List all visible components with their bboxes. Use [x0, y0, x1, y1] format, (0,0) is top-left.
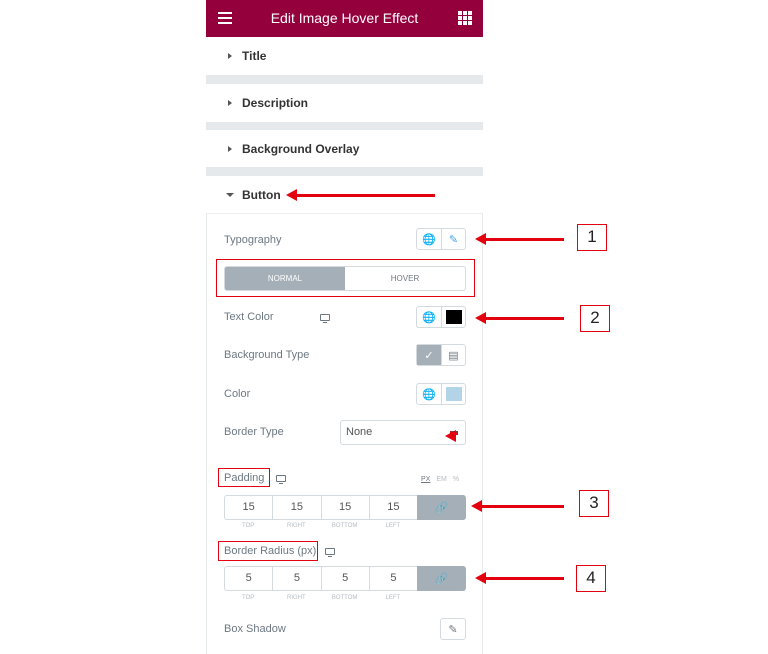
caret-right-icon	[228, 53, 232, 59]
monitor-icon[interactable]	[276, 475, 286, 484]
radius-right-input[interactable]: 5	[272, 566, 321, 591]
pencil-icon[interactable]: ✎	[441, 229, 465, 249]
radius-left-input[interactable]: 5	[368, 566, 417, 591]
grid-icon[interactable]	[459, 12, 471, 24]
border-type-label: Border Type	[224, 426, 284, 438]
dim-label-left: LEFT	[385, 523, 401, 529]
radius-top-input[interactable]: 5	[224, 566, 273, 591]
dim-label-top: TOP	[242, 595, 255, 601]
unit-percent[interactable]: %	[453, 476, 459, 483]
callout-1: 1	[577, 224, 607, 251]
color-control: 🌐	[416, 383, 466, 405]
monitor-icon[interactable]	[320, 314, 330, 323]
annotation-arrow	[471, 500, 564, 512]
text-color-label: Text Color	[224, 311, 274, 323]
dim-label-right: RIGHT	[287, 523, 306, 529]
section-divider	[206, 167, 483, 176]
background-type-label: Background Type	[224, 349, 310, 361]
link-icon[interactable]: 🔗	[417, 495, 466, 520]
radius-dimension-labels: TOP RIGHT BOTTOM LEFT	[224, 595, 417, 601]
caret-down-icon	[226, 193, 234, 197]
padding-left-input[interactable]: 15	[368, 495, 417, 520]
annotation-arrow	[475, 572, 564, 584]
border-type-select[interactable]: None	[340, 420, 466, 445]
brush-icon[interactable]: ✓	[417, 345, 441, 365]
annotation-highlight-tabs	[216, 259, 475, 297]
callout-3: 3	[579, 490, 609, 517]
padding-top-input[interactable]: 15	[224, 495, 273, 520]
section-description-label: Description	[242, 96, 309, 110]
annotation-arrow	[286, 189, 435, 201]
gradient-icon[interactable]: ▤	[441, 345, 465, 365]
padding-bottom-input[interactable]: 15	[320, 495, 369, 520]
section-divider	[206, 75, 483, 84]
caret-right-icon	[228, 146, 232, 152]
text-color-control: 🌐	[416, 306, 466, 328]
section-button-label: Button	[242, 188, 281, 202]
annotation-highlight-padding	[218, 468, 270, 487]
dim-label-bottom: BOTTOM	[331, 595, 358, 601]
section-description[interactable]: Description	[206, 84, 483, 122]
dim-label-bottom: BOTTOM	[331, 523, 358, 529]
typography-label: Typography	[224, 234, 282, 246]
unit-switcher: PX EM %	[421, 476, 459, 483]
annotation-highlight-border-radius	[218, 541, 318, 561]
dim-label-left: LEFT	[385, 595, 401, 601]
dim-label-top: TOP	[242, 523, 255, 529]
padding-right-input[interactable]: 15	[272, 495, 321, 520]
globe-icon[interactable]: 🌐	[417, 384, 441, 404]
section-title[interactable]: Title	[206, 37, 483, 75]
callout-2: 2	[580, 305, 610, 332]
unit-px[interactable]: PX	[421, 476, 430, 483]
panel-header: Edit Image Hover Effect	[206, 0, 483, 37]
radius-bottom-input[interactable]: 5	[320, 566, 369, 591]
unit-em[interactable]: EM	[436, 476, 447, 483]
background-color-swatch[interactable]	[441, 384, 465, 404]
padding-inputs: 15 15 15 15 🔗	[224, 495, 466, 520]
border-type-value: None	[346, 426, 373, 438]
chevron-down-icon	[445, 430, 458, 442]
color-label: Color	[224, 388, 251, 400]
globe-icon[interactable]: 🌐	[417, 229, 441, 249]
box-shadow-control: ✎	[440, 618, 466, 640]
pencil-icon[interactable]: ✎	[441, 619, 465, 639]
link-icon[interactable]: 🔗	[417, 566, 466, 591]
dim-label-right: RIGHT	[287, 595, 306, 601]
panel-title: Edit Image Hover Effect	[270, 10, 419, 26]
border-radius-inputs: 5 5 5 5 🔗	[224, 566, 466, 591]
section-title-label: Title	[242, 49, 267, 63]
annotation-arrow	[475, 233, 564, 245]
section-background-overlay-label: Background Overlay	[242, 142, 360, 156]
monitor-icon[interactable]	[325, 548, 335, 557]
globe-icon[interactable]: 🌐	[417, 307, 441, 327]
annotation-arrow	[475, 312, 564, 324]
callout-4: 4	[576, 565, 606, 592]
padding-dimension-labels: TOP RIGHT BOTTOM LEFT	[224, 523, 417, 529]
text-color-swatch[interactable]	[441, 307, 465, 327]
box-shadow-label: Box Shadow	[224, 623, 286, 635]
background-type-control: ✓ ▤	[416, 344, 466, 366]
typography-controls: 🌐 ✎	[416, 228, 466, 250]
section-background-overlay[interactable]: Background Overlay	[206, 130, 483, 168]
caret-right-icon	[228, 100, 232, 106]
